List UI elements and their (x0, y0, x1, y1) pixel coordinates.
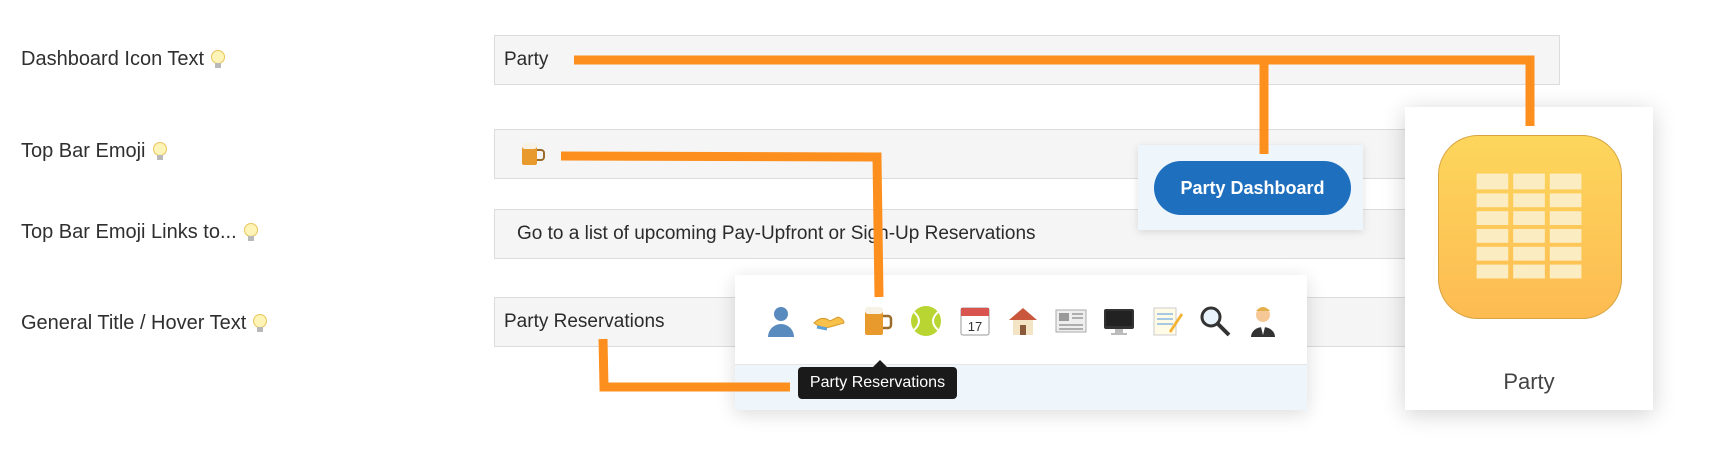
top-bar-emoji-field[interactable] (494, 129, 1560, 179)
tennis-ball-icon[interactable] (908, 303, 944, 339)
dashboard-button-preview: Party Dashboard (1138, 145, 1363, 230)
lightbulb-icon[interactable] (210, 49, 226, 71)
dashboard-icon-text-label-row: Dashboard Icon Text (21, 48, 226, 71)
handshake-icon[interactable] (811, 303, 847, 339)
general-title-label: General Title / Hover Text (21, 312, 247, 334)
magnifier-icon[interactable] (1197, 303, 1233, 339)
dashboard-icon-text-label: Dashboard Icon Text (21, 48, 205, 70)
table-grid-icon (1476, 173, 1582, 279)
top-bar-preview: 17 Party Reservations (735, 275, 1307, 410)
top-bar-emoji-link-field[interactable]: Go to a list of upcoming Pay-Upfront or … (494, 209, 1560, 259)
hover-tooltip: Party Reservations (798, 360, 957, 399)
top-bar-emoji-link-label-row: Top Bar Emoji Links to... (21, 221, 259, 244)
desktop-icon[interactable] (1101, 303, 1137, 339)
top-bar-emoji-label-row: Top Bar Emoji (21, 140, 168, 163)
lightbulb-icon[interactable] (152, 141, 168, 163)
party-dashboard-button[interactable]: Party Dashboard (1154, 161, 1351, 215)
top-bar-emoji-label: Top Bar Emoji (21, 140, 146, 162)
memo-icon[interactable] (1149, 303, 1185, 339)
newspaper-icon[interactable] (1053, 303, 1089, 339)
calendar-icon[interactable]: 17 (957, 303, 993, 339)
party-app-icon[interactable] (1438, 135, 1622, 319)
lightbulb-icon[interactable] (243, 222, 259, 244)
beer-mug-icon (522, 143, 545, 165)
beer-mug-icon[interactable] (859, 303, 895, 339)
dashboard-icon-text-value: Party (504, 49, 549, 70)
app-icon-preview: Party (1405, 107, 1653, 410)
svg-text:17: 17 (968, 319, 982, 334)
general-title-label-row: General Title / Hover Text (21, 312, 268, 335)
emoji-strip: 17 (735, 275, 1307, 365)
person-tie-icon[interactable] (1245, 303, 1281, 339)
lightbulb-icon[interactable] (252, 313, 268, 335)
top-bar-emoji-link-label: Top Bar Emoji Links to... (21, 221, 237, 243)
general-title-value: Party Reservations (504, 311, 665, 332)
top-bar-emoji-link-value: Go to a list of upcoming Pay-Upfront or … (517, 223, 1036, 244)
person-icon[interactable] (763, 303, 799, 339)
app-icon-label: Party (1503, 369, 1555, 394)
house-icon[interactable] (1005, 303, 1041, 339)
dashboard-icon-text-field[interactable]: Party (494, 35, 1560, 85)
